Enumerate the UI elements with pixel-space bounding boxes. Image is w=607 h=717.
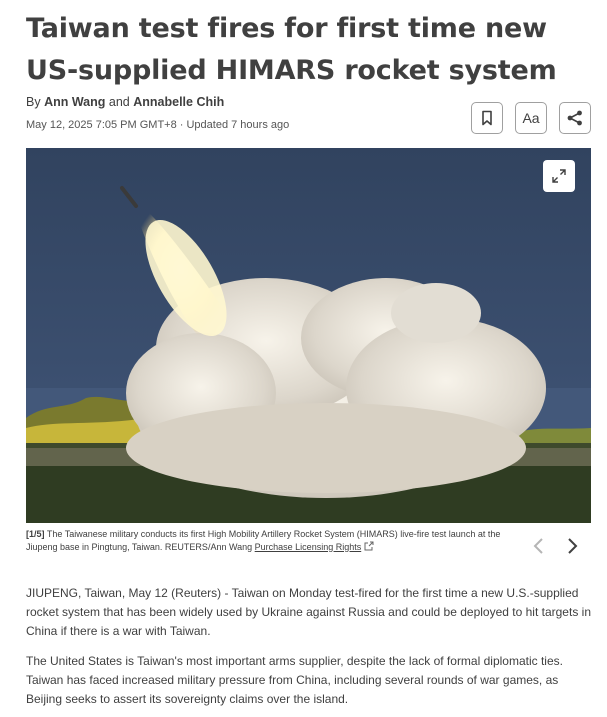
author-link[interactable]: Ann Wang — [44, 95, 105, 109]
text-size-label: Aa — [522, 110, 540, 126]
share-button[interactable] — [559, 102, 591, 134]
bookmark-icon — [482, 110, 492, 126]
text-size-button[interactable]: Aa — [515, 102, 547, 134]
bookmark-button[interactable] — [471, 102, 503, 134]
article-headline: Taiwan test fires for first time new US-… — [26, 13, 557, 86]
himars-launch-image — [26, 148, 591, 523]
previous-image-button[interactable] — [528, 535, 548, 557]
photo-caption: [1/5] The Taiwanese military conducts it… — [26, 528, 516, 553]
byline-joiner: and — [108, 95, 130, 109]
next-image-button[interactable] — [563, 535, 583, 557]
author-link[interactable]: Annabelle Chih — [133, 95, 224, 109]
chevron-left-icon — [533, 538, 543, 554]
byline-prefix: By — [26, 95, 41, 109]
license-link[interactable]: Purchase Licensing Rights — [255, 542, 362, 552]
expand-image-button[interactable] — [543, 160, 575, 192]
external-link-icon — [364, 541, 374, 550]
chevron-right-icon — [568, 538, 578, 554]
expand-icon — [552, 169, 566, 183]
article-paragraph: The United States is Taiwan's most impor… — [26, 654, 563, 706]
dateline: May 12, 2025 7:05 PM GMT+8 · Updated 7 h… — [26, 119, 290, 131]
byline: By Ann Wang and Annabelle Chih — [26, 95, 224, 109]
share-icon — [567, 110, 582, 126]
article-paragraph: JIUPENG, Taiwan, May 12 (Reuters) - Taiw… — [26, 586, 591, 638]
gallery-counter: [1/5] — [26, 529, 45, 539]
article-photo[interactable] — [26, 148, 591, 523]
